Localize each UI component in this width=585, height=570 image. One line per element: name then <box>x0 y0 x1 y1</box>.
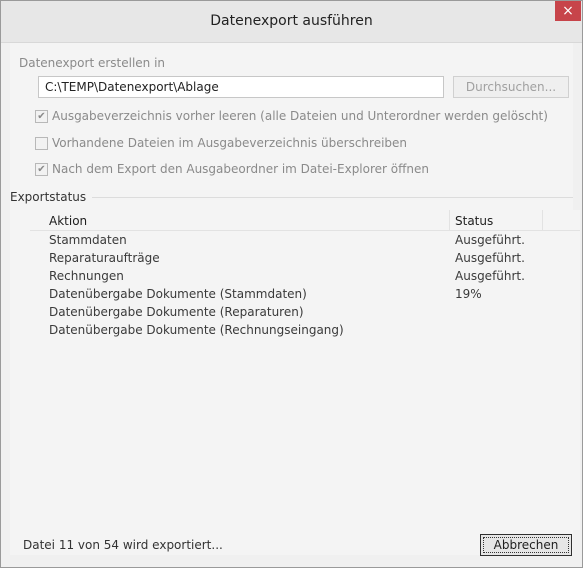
option-label: Nach dem Export den Ausgabeordner im Dat… <box>52 162 429 176</box>
column-divider <box>542 210 543 230</box>
export-status-list[interactable]: Aktion Status Stammdaten Ausgeführt. Rep… <box>30 210 580 530</box>
dialog-body: Datenexport erstellen in C:\TEMP\Datenex… <box>10 43 580 556</box>
list-item[interactable]: Stammdaten Ausgeführt. <box>30 231 580 249</box>
close-button[interactable]: × <box>555 1 581 21</box>
destination-label: Datenexport erstellen in <box>19 56 166 70</box>
export-dialog: Datenexport ausführen × Datenexport erst… <box>0 0 583 568</box>
row-status: Ausgeführt. <box>455 251 525 265</box>
checkbox-unchecked-icon[interactable] <box>35 136 48 150</box>
list-item[interactable]: Rechnungen Ausgeführt. <box>30 267 580 285</box>
row-action: Datenübergabe Dokumente (Reparaturen) <box>49 305 304 319</box>
row-action: Reparaturaufträge <box>49 251 160 265</box>
row-action: Datenübergabe Dokumente (Rechnungseingan… <box>49 323 344 337</box>
export-status-group-label: Exportstatus <box>10 190 87 204</box>
row-status: Ausgeführt. <box>455 233 525 247</box>
row-action: Datenübergabe Dokumente (Stammdaten) <box>49 287 307 301</box>
list-item[interactable]: Datenübergabe Dokumente (Rechnungseingan… <box>30 321 580 339</box>
row-action: Rechnungen <box>49 269 124 283</box>
row-status: Ausgeführt. <box>455 269 525 283</box>
list-item[interactable]: Reparaturaufträge Ausgeführt. <box>30 249 580 267</box>
checkbox-checked-icon[interactable]: ✔ <box>35 162 48 176</box>
option-label: Vorhandene Dateien im Ausgabeverzeichnis… <box>52 136 408 150</box>
column-header-status[interactable]: Status <box>455 214 493 228</box>
group-divider <box>92 197 573 198</box>
column-divider <box>449 210 450 230</box>
checkbox-checked-icon[interactable]: ✔ <box>35 109 48 123</box>
row-status: 19% <box>455 287 482 301</box>
cancel-button[interactable]: Abbrechen <box>480 534 572 556</box>
browse-button[interactable]: Durchsuchen... <box>453 76 569 98</box>
progress-status-text: Datei 11 von 54 wird exportiert... <box>23 538 223 552</box>
option-open-explorer[interactable]: ✔ Nach dem Export den Ausgabeordner im D… <box>35 162 429 176</box>
option-label: Ausgabeverzeichnis vorher leeren (alle D… <box>52 109 548 123</box>
option-overwrite-files[interactable]: Vorhandene Dateien im Ausgabeverzeichnis… <box>35 136 407 150</box>
list-item[interactable]: Datenübergabe Dokumente (Stammdaten) 19% <box>30 285 580 303</box>
destination-path-input[interactable]: C:\TEMP\Datenexport\Ablage <box>38 76 444 98</box>
list-item[interactable]: Datenübergabe Dokumente (Reparaturen) <box>30 303 580 321</box>
option-clear-output[interactable]: ✔ Ausgabeverzeichnis vorher leeren (alle… <box>35 109 548 123</box>
row-action: Stammdaten <box>49 233 127 247</box>
window-title: Datenexport ausführen <box>210 13 373 29</box>
column-header-action[interactable]: Aktion <box>49 214 87 228</box>
list-header: Aktion Status <box>30 210 580 231</box>
title-bar: Datenexport ausführen × <box>1 1 582 43</box>
